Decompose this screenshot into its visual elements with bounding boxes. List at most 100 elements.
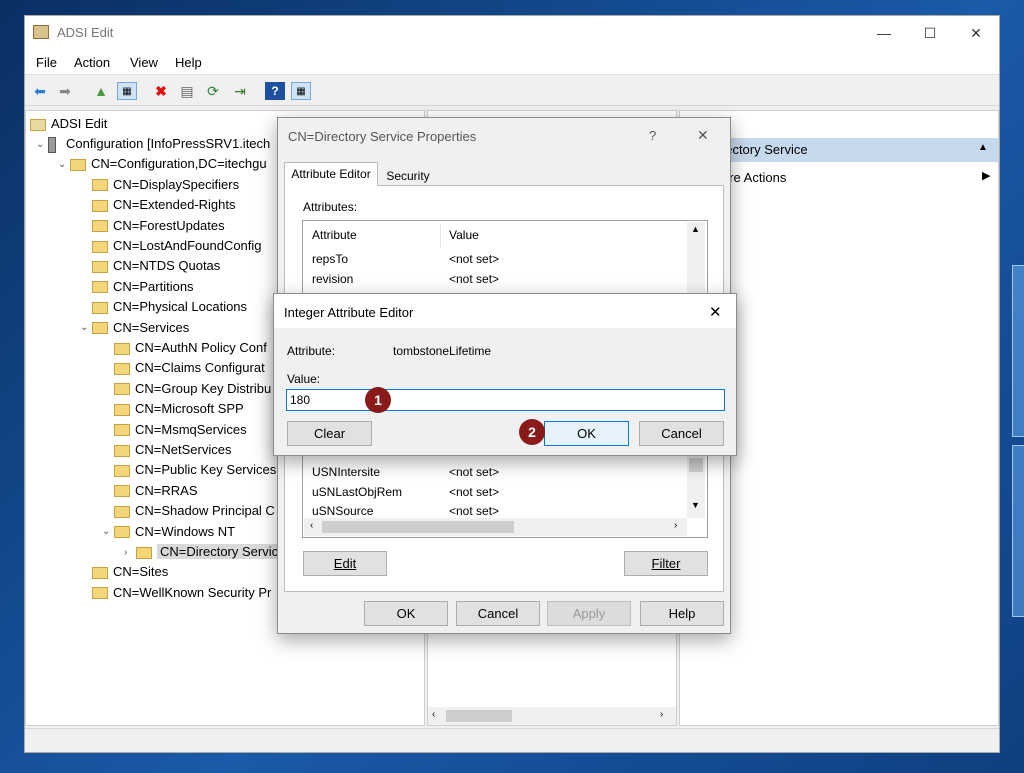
- tree-item[interactable]: CN=MsmqServices: [102, 420, 247, 440]
- tree-item[interactable]: CN=Claims Configurat: [102, 358, 265, 378]
- collapse-chevron-icon[interactable]: ⌄: [102, 522, 114, 542]
- tree-item-label: CN=Windows NT: [135, 523, 236, 539]
- integer-editor-close-icon[interactable]: ✕: [709, 303, 722, 321]
- tree-item[interactable]: ⌄ CN=Services: [80, 318, 189, 338]
- menu-file[interactable]: File: [36, 55, 57, 70]
- menu-action[interactable]: Action: [74, 55, 110, 70]
- tree-item[interactable]: CN=Physical Locations: [80, 297, 247, 317]
- folder-icon: [92, 179, 108, 192]
- integer-ok-button[interactable]: OK: [544, 421, 629, 446]
- help-button[interactable]: Help: [640, 601, 724, 626]
- show-hide-tree-icon[interactable]: ▦: [117, 82, 137, 100]
- tab-attribute-editor[interactable]: Attribute Editor: [284, 162, 378, 187]
- attributes-label: Attributes:: [303, 200, 358, 214]
- up-folder-icon[interactable]: ▲: [91, 82, 111, 100]
- scroll-down-arrow-icon[interactable]: ▼: [691, 500, 700, 510]
- scroll-right-arrow-icon[interactable]: ›: [660, 709, 663, 720]
- row-attribute[interactable]: revision: [312, 272, 353, 286]
- value-input[interactable]: 180: [286, 389, 725, 411]
- tree-item[interactable]: CN=Shadow Principal C: [102, 501, 275, 521]
- ok-button[interactable]: OK: [364, 601, 448, 626]
- menu-help[interactable]: Help: [175, 55, 202, 70]
- value-input-text[interactable]: 180: [290, 393, 310, 407]
- toolbar: ⬅ ➡ ▲ ▦ ✖ ▤ ⟳ ⇥ ? ▦: [25, 76, 999, 106]
- tree-item[interactable]: CN=Public Key Services: [102, 460, 276, 480]
- tree-item[interactable]: CN=Sites: [80, 562, 168, 582]
- column-header-value[interactable]: Value: [449, 228, 479, 242]
- filter-button[interactable]: Filter: [624, 551, 708, 576]
- tree-item[interactable]: ⌄ CN=Windows NT: [102, 522, 235, 542]
- folder-icon: [114, 444, 130, 457]
- scroll-right-arrow-icon[interactable]: ›: [674, 520, 677, 531]
- tree-item-label: CN=MsmqServices: [135, 421, 247, 437]
- tree-item-label: CN=RRAS: [135, 482, 198, 498]
- attribute-name-value: tombstoneLifetime: [393, 344, 492, 358]
- dialog-help-icon[interactable]: ?: [649, 128, 656, 143]
- scroll-up-arrow-icon[interactable]: ▲: [691, 224, 700, 234]
- attributes-hscroll-thumb[interactable]: [322, 521, 514, 533]
- tree-item-label: CN=Configuration,DC=itechgu: [91, 156, 267, 172]
- collapse-chevron-icon[interactable]: ⌄: [36, 135, 48, 155]
- collapse-chevron-icon[interactable]: ⌄: [80, 318, 92, 338]
- attributes-horizontal-scrollbar[interactable]: ‹ ›: [304, 518, 687, 536]
- tree-item[interactable]: CN=Group Key Distribu: [102, 379, 271, 399]
- clear-button[interactable]: Clear: [287, 421, 372, 446]
- row-value[interactable]: <not set>: [449, 272, 499, 286]
- help-icon[interactable]: ?: [265, 82, 285, 100]
- tree-item[interactable]: › CN=Directory Servic: [124, 542, 282, 563]
- dialog-close-icon[interactable]: ✕: [697, 127, 709, 144]
- close-button[interactable]: ✕: [953, 16, 999, 50]
- forward-arrow-icon[interactable]: ➡: [55, 82, 75, 100]
- tree-item[interactable]: CN=Partitions: [80, 277, 194, 297]
- maximize-button[interactable]: ☐: [907, 16, 953, 50]
- column-header-attribute[interactable]: Attribute: [312, 228, 357, 242]
- show-action-pane-icon[interactable]: ▦: [291, 82, 311, 100]
- folder-icon: [114, 505, 130, 518]
- row-attribute[interactable]: uSNSource: [312, 504, 373, 518]
- tree-item[interactable]: CN=RRAS: [102, 481, 198, 501]
- row-value[interactable]: <not set>: [449, 504, 499, 518]
- tree-item[interactable]: CN=AuthN Policy Conf: [102, 338, 267, 358]
- expand-chevron-icon[interactable]: ›: [124, 543, 136, 563]
- tree-item[interactable]: CN=LostAndFoundConfig: [80, 236, 262, 256]
- tree-item[interactable]: CN=Extended-Rights: [80, 195, 235, 215]
- scroll-left-arrow-icon[interactable]: ‹: [432, 709, 435, 720]
- tree-item[interactable]: ⌄ CN=Configuration,DC=itechgu: [58, 154, 267, 174]
- cancel-button[interactable]: Cancel: [456, 601, 540, 626]
- results-scroll-thumb[interactable]: [446, 710, 512, 722]
- scroll-left-arrow-icon[interactable]: ‹: [310, 520, 313, 531]
- row-attribute[interactable]: uSNLastObjRem: [312, 485, 402, 499]
- row-attribute[interactable]: USNIntersite: [312, 465, 380, 479]
- export-list-icon[interactable]: ⇥: [230, 82, 250, 100]
- integer-cancel-button[interactable]: Cancel: [639, 421, 724, 446]
- apply-button[interactable]: Apply: [547, 601, 631, 626]
- tab-security[interactable]: Security: [382, 167, 434, 186]
- row-attribute[interactable]: repsTo: [312, 252, 348, 266]
- tree-item[interactable]: CN=Microsoft SPP: [102, 399, 244, 419]
- back-arrow-icon[interactable]: ⬅: [30, 82, 50, 100]
- tree-item[interactable]: CN=NTDS Quotas: [80, 256, 220, 276]
- tree-item[interactable]: CN=WellKnown Security Pr: [80, 583, 271, 603]
- collapse-up-icon[interactable]: ▲: [978, 142, 988, 153]
- edit-button[interactable]: Edit: [303, 551, 387, 576]
- tree-item-label: CN=LostAndFoundConfig: [113, 238, 262, 253]
- tree-item-label: CN=Shadow Principal C: [135, 503, 275, 519]
- row-value[interactable]: <not set>: [449, 252, 499, 266]
- results-horizontal-scrollbar[interactable]: ‹ ›: [428, 707, 676, 725]
- folder-icon: [136, 546, 152, 559]
- tree-item[interactable]: CN=NetServices: [102, 440, 231, 460]
- tree-root[interactable]: ADSI Edit: [30, 114, 107, 134]
- tree-item[interactable]: CN=ForestUpdates: [80, 216, 225, 236]
- tree-item-label: CN=Group Key Distribu: [135, 380, 272, 396]
- row-value[interactable]: <not set>: [449, 465, 499, 479]
- collapse-chevron-icon[interactable]: ⌄: [58, 155, 70, 175]
- refresh-icon[interactable]: ⟳: [203, 82, 223, 100]
- properties-icon[interactable]: ▤: [177, 82, 197, 100]
- tree-item[interactable]: CN=DisplaySpecifiers: [80, 175, 239, 195]
- attributes-vscroll-thumb[interactable]: [689, 458, 703, 472]
- menu-view[interactable]: View: [130, 55, 158, 70]
- row-value[interactable]: <not set>: [449, 485, 499, 499]
- tree-item[interactable]: ⌄ Configuration [InfoPressSRV1.itech: [36, 134, 270, 154]
- delete-icon[interactable]: ✖: [151, 82, 171, 100]
- minimize-button[interactable]: —: [861, 16, 907, 50]
